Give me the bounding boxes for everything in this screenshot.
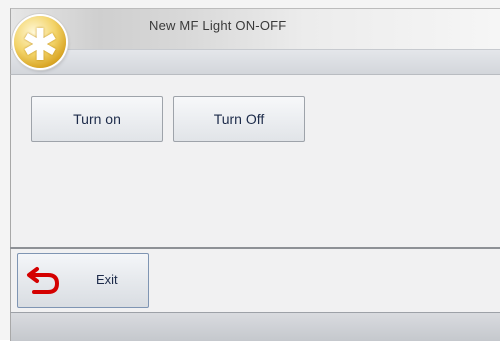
turn-off-button[interactable]: Turn Off (173, 96, 305, 142)
window-title: New MF Light ON-OFF (149, 18, 287, 33)
asterisk-icon[interactable]: ✱ (14, 16, 66, 70)
footer-toolbar: Exit (10, 249, 500, 312)
main-panel: Turn on Turn Off (10, 75, 500, 247)
exit-label: Exit (96, 272, 118, 287)
turn-on-button[interactable]: Turn on (31, 96, 163, 142)
exit-button[interactable]: Exit (17, 253, 149, 308)
app-window: New MF Light ON-OFF ✱ Turn on Turn Off E… (0, 0, 500, 341)
status-bar (10, 312, 500, 341)
title-bar[interactable]: New MF Light ON-OFF (10, 8, 500, 49)
ribbon-strip (10, 49, 500, 75)
app-icon-glyph: ✱ (21, 21, 59, 70)
return-arrow-icon (27, 267, 59, 294)
